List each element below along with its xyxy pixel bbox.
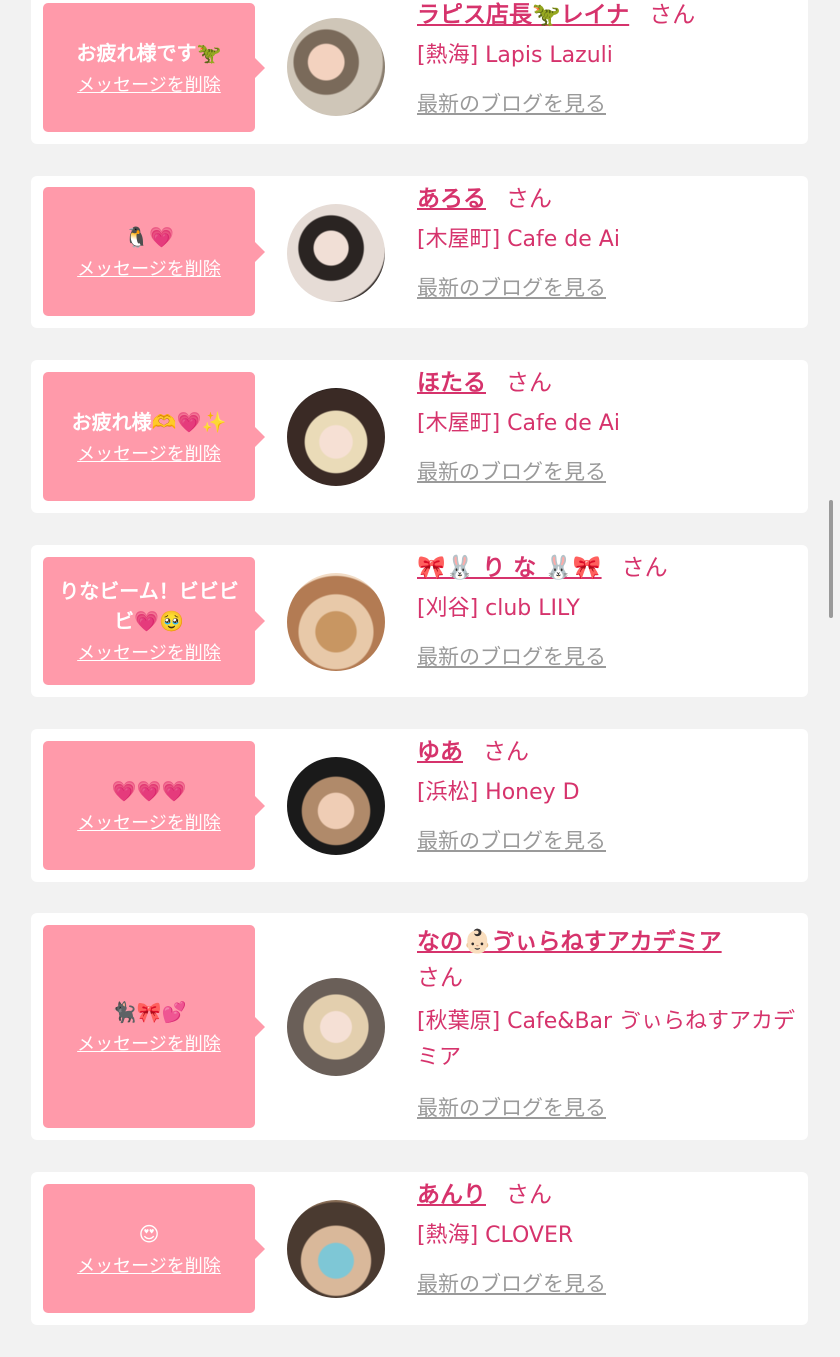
message-text: 😍 — [138, 1221, 160, 1246]
message-text: お疲れ様です🦖 — [76, 40, 222, 65]
girl-name-link[interactable]: ほたる — [417, 370, 486, 396]
latest-blog-link[interactable]: 最新のブログを見る — [417, 456, 606, 486]
san-label: さん — [506, 186, 552, 212]
girl-name-link[interactable]: ゆあ — [417, 739, 463, 765]
san-label: さん — [621, 555, 668, 581]
latest-blog-link[interactable]: 最新のブログを見る — [417, 88, 606, 118]
latest-blog-link[interactable]: 最新のブログを見る — [417, 825, 606, 855]
message-text: 💗💗💗 — [111, 778, 187, 803]
shop-label: [秋葉原] Cafe&Bar ゔぃらねすアカデミア — [417, 1009, 796, 1070]
delete-message-link[interactable]: メッセージを削除 — [77, 812, 221, 836]
message-bubble: 🐧💗 メッセージを削除 — [43, 187, 265, 316]
san-label: さん — [506, 370, 552, 396]
message-bubble: 💗💗💗 メッセージを削除 — [43, 741, 265, 870]
shop-label: [木屋町] Cafe de Ai — [417, 411, 620, 436]
girl-name-link[interactable]: 🎀🐰 り な 🐰🎀 — [417, 555, 602, 581]
message-text: 🐧💗 — [124, 224, 174, 249]
latest-blog-link[interactable]: 最新のブログを見る — [417, 1268, 606, 1298]
message-bubble: お疲れ様🫶💗✨ メッセージを削除 — [43, 372, 265, 501]
message-bubble: 😍 メッセージを削除 — [43, 1184, 265, 1313]
message-text: 🐈‍⬛🎀💕 — [111, 999, 187, 1024]
delete-message-link[interactable]: メッセージを削除 — [77, 1033, 221, 1057]
list-item: お疲れ様🫶💗✨ メッセージを削除 ほたる さん [木屋町] Cafe de Ai … — [31, 360, 808, 513]
avatar[interactable] — [287, 204, 385, 302]
delete-message-link[interactable]: メッセージを削除 — [77, 443, 221, 467]
list-item: 🐈‍⬛🎀💕 メッセージを削除 なの👶🏻ゔぃらねすアカデミア さん [秋葉原] Ca… — [31, 913, 808, 1140]
girl-name-link[interactable]: あんり — [417, 1182, 486, 1208]
san-label: さん — [417, 965, 463, 991]
delete-message-link[interactable]: メッセージを削除 — [77, 258, 221, 282]
shop-label: [木屋町] Cafe de Ai — [417, 227, 620, 252]
latest-blog-link[interactable]: 最新のブログを見る — [417, 641, 606, 671]
shop-label: [浜松] Honey D — [417, 780, 580, 805]
girl-name-link[interactable]: あろる — [417, 186, 486, 212]
avatar[interactable] — [287, 388, 385, 486]
girl-name-link[interactable]: ラピス店長🦖レイナ — [417, 2, 629, 28]
san-label: さん — [483, 739, 529, 765]
avatar[interactable] — [287, 978, 385, 1076]
list-item: りなビーム！ビビビビ💗🥹 メッセージを削除 🎀🐰 り な 🐰🎀 さん [刈谷] c… — [31, 545, 808, 697]
san-label: さん — [649, 2, 696, 28]
message-text: お疲れ様🫶💗✨ — [71, 409, 227, 434]
delete-message-link[interactable]: メッセージを削除 — [77, 642, 221, 666]
shop-label: [熱海] Lapis Lazuli — [417, 43, 613, 68]
message-bubble: りなビーム！ビビビビ💗🥹 メッセージを削除 — [43, 557, 265, 685]
avatar[interactable] — [287, 757, 385, 855]
latest-blog-link[interactable]: 最新のブログを見る — [417, 1092, 606, 1122]
avatar[interactable] — [287, 573, 385, 671]
avatar[interactable] — [287, 18, 385, 116]
message-bubble: 🐈‍⬛🎀💕 メッセージを削除 — [43, 925, 265, 1128]
delete-message-link[interactable]: メッセージを削除 — [77, 74, 221, 98]
san-label: さん — [506, 1182, 552, 1208]
scrollbar[interactable] — [829, 500, 833, 618]
girl-name-link[interactable]: なの👶🏻ゔぃらねすアカデミア — [417, 929, 722, 955]
delete-message-link[interactable]: メッセージを削除 — [77, 1255, 221, 1279]
latest-blog-link[interactable]: 最新のブログを見る — [417, 272, 606, 302]
message-text: りなビーム！ビビビビ💗🥹 — [59, 579, 239, 633]
list-item: 🐧💗 メッセージを削除 あろる さん [木屋町] Cafe de Ai 最新のブロ… — [31, 176, 808, 328]
shop-label: [熱海] CLOVER — [417, 1223, 574, 1248]
shop-label: [刈谷] club LILY — [417, 596, 580, 621]
list-item: 😍 メッセージを削除 あんり さん [熱海] CLOVER 最新のブログを見る — [31, 1172, 808, 1325]
list-item: 💗💗💗 メッセージを削除 ゆあ さん [浜松] Honey D 最新のブログを見る — [31, 729, 808, 882]
list-item: お疲れ様です🦖 メッセージを削除 ラピス店長🦖レイナ さん [熱海] Lapis … — [31, 0, 808, 144]
message-bubble: お疲れ様です🦖 メッセージを削除 — [43, 3, 265, 132]
avatar[interactable] — [287, 1200, 385, 1298]
